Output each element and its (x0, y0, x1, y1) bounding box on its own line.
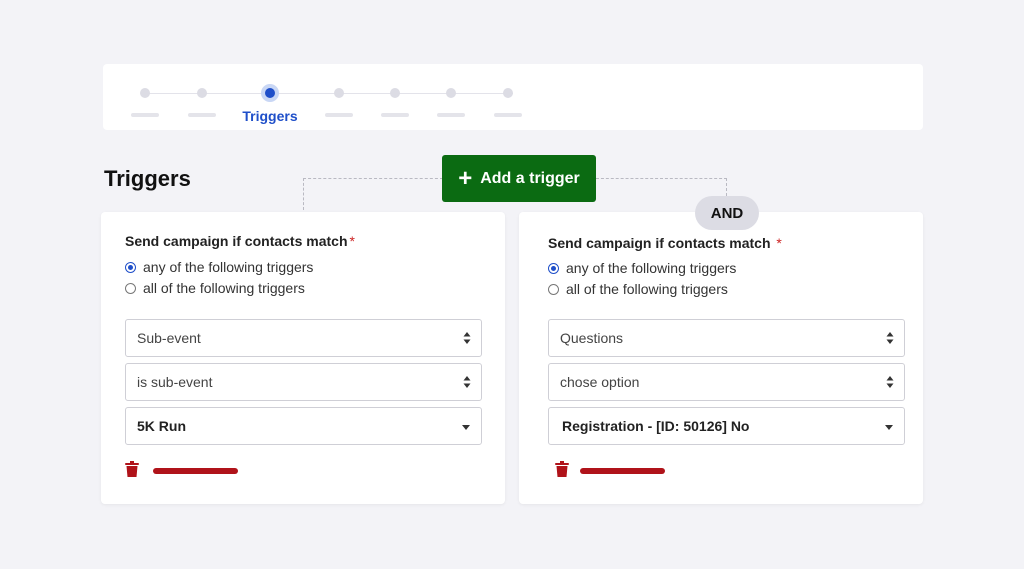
step-label-placeholder (188, 113, 216, 117)
match-label: Send campaign if contacts match * (548, 235, 782, 251)
trigger-type-select[interactable]: Questions (548, 319, 905, 357)
radio-label: any of the following triggers (566, 260, 737, 276)
required-mark: * (776, 235, 782, 251)
plus-icon: + (458, 164, 473, 192)
step-dot (390, 88, 400, 98)
step-label-placeholder (494, 113, 522, 117)
radio-button[interactable] (125, 282, 136, 294)
radio-any[interactable]: any of the following triggers (548, 260, 736, 276)
step-triggers[interactable]: Triggers (240, 64, 300, 130)
step-dot (446, 88, 456, 98)
select-value: chose option (560, 374, 640, 390)
step-label-placeholder (325, 113, 353, 117)
step-4[interactable] (309, 64, 369, 130)
trigger-type-select[interactable]: Sub-event (125, 319, 482, 357)
step-label-placeholder (381, 113, 409, 117)
radio-all[interactable]: all of the following triggers (548, 281, 728, 297)
trash-icon[interactable] (125, 461, 139, 477)
step-dot-active (261, 84, 279, 102)
progress-stepper: Triggers (103, 64, 923, 130)
match-label: Send campaign if contacts match * (125, 233, 355, 249)
match-label-text: Send campaign if contacts match (548, 235, 771, 251)
trigger-value-select[interactable]: 5K Run (125, 407, 482, 445)
connector-dash-left (303, 178, 443, 210)
step-label: Triggers (242, 108, 298, 124)
select-value: is sub-event (137, 374, 213, 390)
match-label-text: Send campaign if contacts match (125, 233, 348, 249)
radio-button-checked[interactable] (548, 262, 559, 274)
chevron-down-icon (885, 425, 893, 430)
radio-label: all of the following triggers (143, 280, 305, 296)
sort-arrows-icon (886, 332, 894, 344)
and-operator-badge[interactable]: AND (695, 196, 759, 230)
step-6[interactable] (421, 64, 481, 130)
trigger-value-select[interactable]: Registration - [ID: 50126] No (548, 407, 905, 445)
step-7[interactable] (478, 64, 538, 130)
trigger-card-2: Send campaign if contacts match * any of… (519, 212, 923, 504)
radio-any[interactable]: any of the following triggers (125, 259, 313, 275)
radio-button-checked[interactable] (125, 261, 136, 273)
sort-arrows-icon (463, 376, 471, 388)
step-dot (503, 88, 513, 98)
radio-all[interactable]: all of the following triggers (125, 280, 305, 296)
trigger-condition-select[interactable]: is sub-event (125, 363, 482, 401)
step-dot (197, 88, 207, 98)
select-value: Registration - [ID: 50126] No (562, 418, 750, 434)
delete-label-placeholder[interactable] (580, 468, 665, 474)
trigger-card-1: Send campaign if contacts match * any of … (101, 212, 505, 504)
connector-dash-right (596, 178, 727, 196)
add-trigger-label: Add a trigger (480, 169, 580, 187)
step-2[interactable] (172, 64, 232, 130)
radio-button[interactable] (548, 283, 559, 295)
trash-icon[interactable] (555, 461, 569, 477)
add-trigger-button[interactable]: + Add a trigger (442, 155, 596, 202)
step-5[interactable] (365, 64, 425, 130)
step-dot (334, 88, 344, 98)
radio-label: all of the following triggers (566, 281, 728, 297)
sort-arrows-icon (463, 332, 471, 344)
sort-arrows-icon (886, 376, 894, 388)
step-label-placeholder (437, 113, 465, 117)
page-title: Triggers (104, 166, 191, 191)
select-value: Questions (560, 330, 624, 346)
radio-label: any of the following triggers (143, 259, 314, 275)
step-label-placeholder (131, 113, 159, 117)
trigger-condition-select[interactable]: chose option (548, 363, 905, 401)
required-mark: * (349, 233, 355, 249)
step-1[interactable] (115, 64, 175, 130)
select-value: Sub-event (137, 330, 201, 346)
step-dot (140, 88, 150, 98)
chevron-down-icon (462, 425, 470, 430)
delete-label-placeholder[interactable] (153, 468, 238, 474)
select-value: 5K Run (137, 418, 186, 434)
